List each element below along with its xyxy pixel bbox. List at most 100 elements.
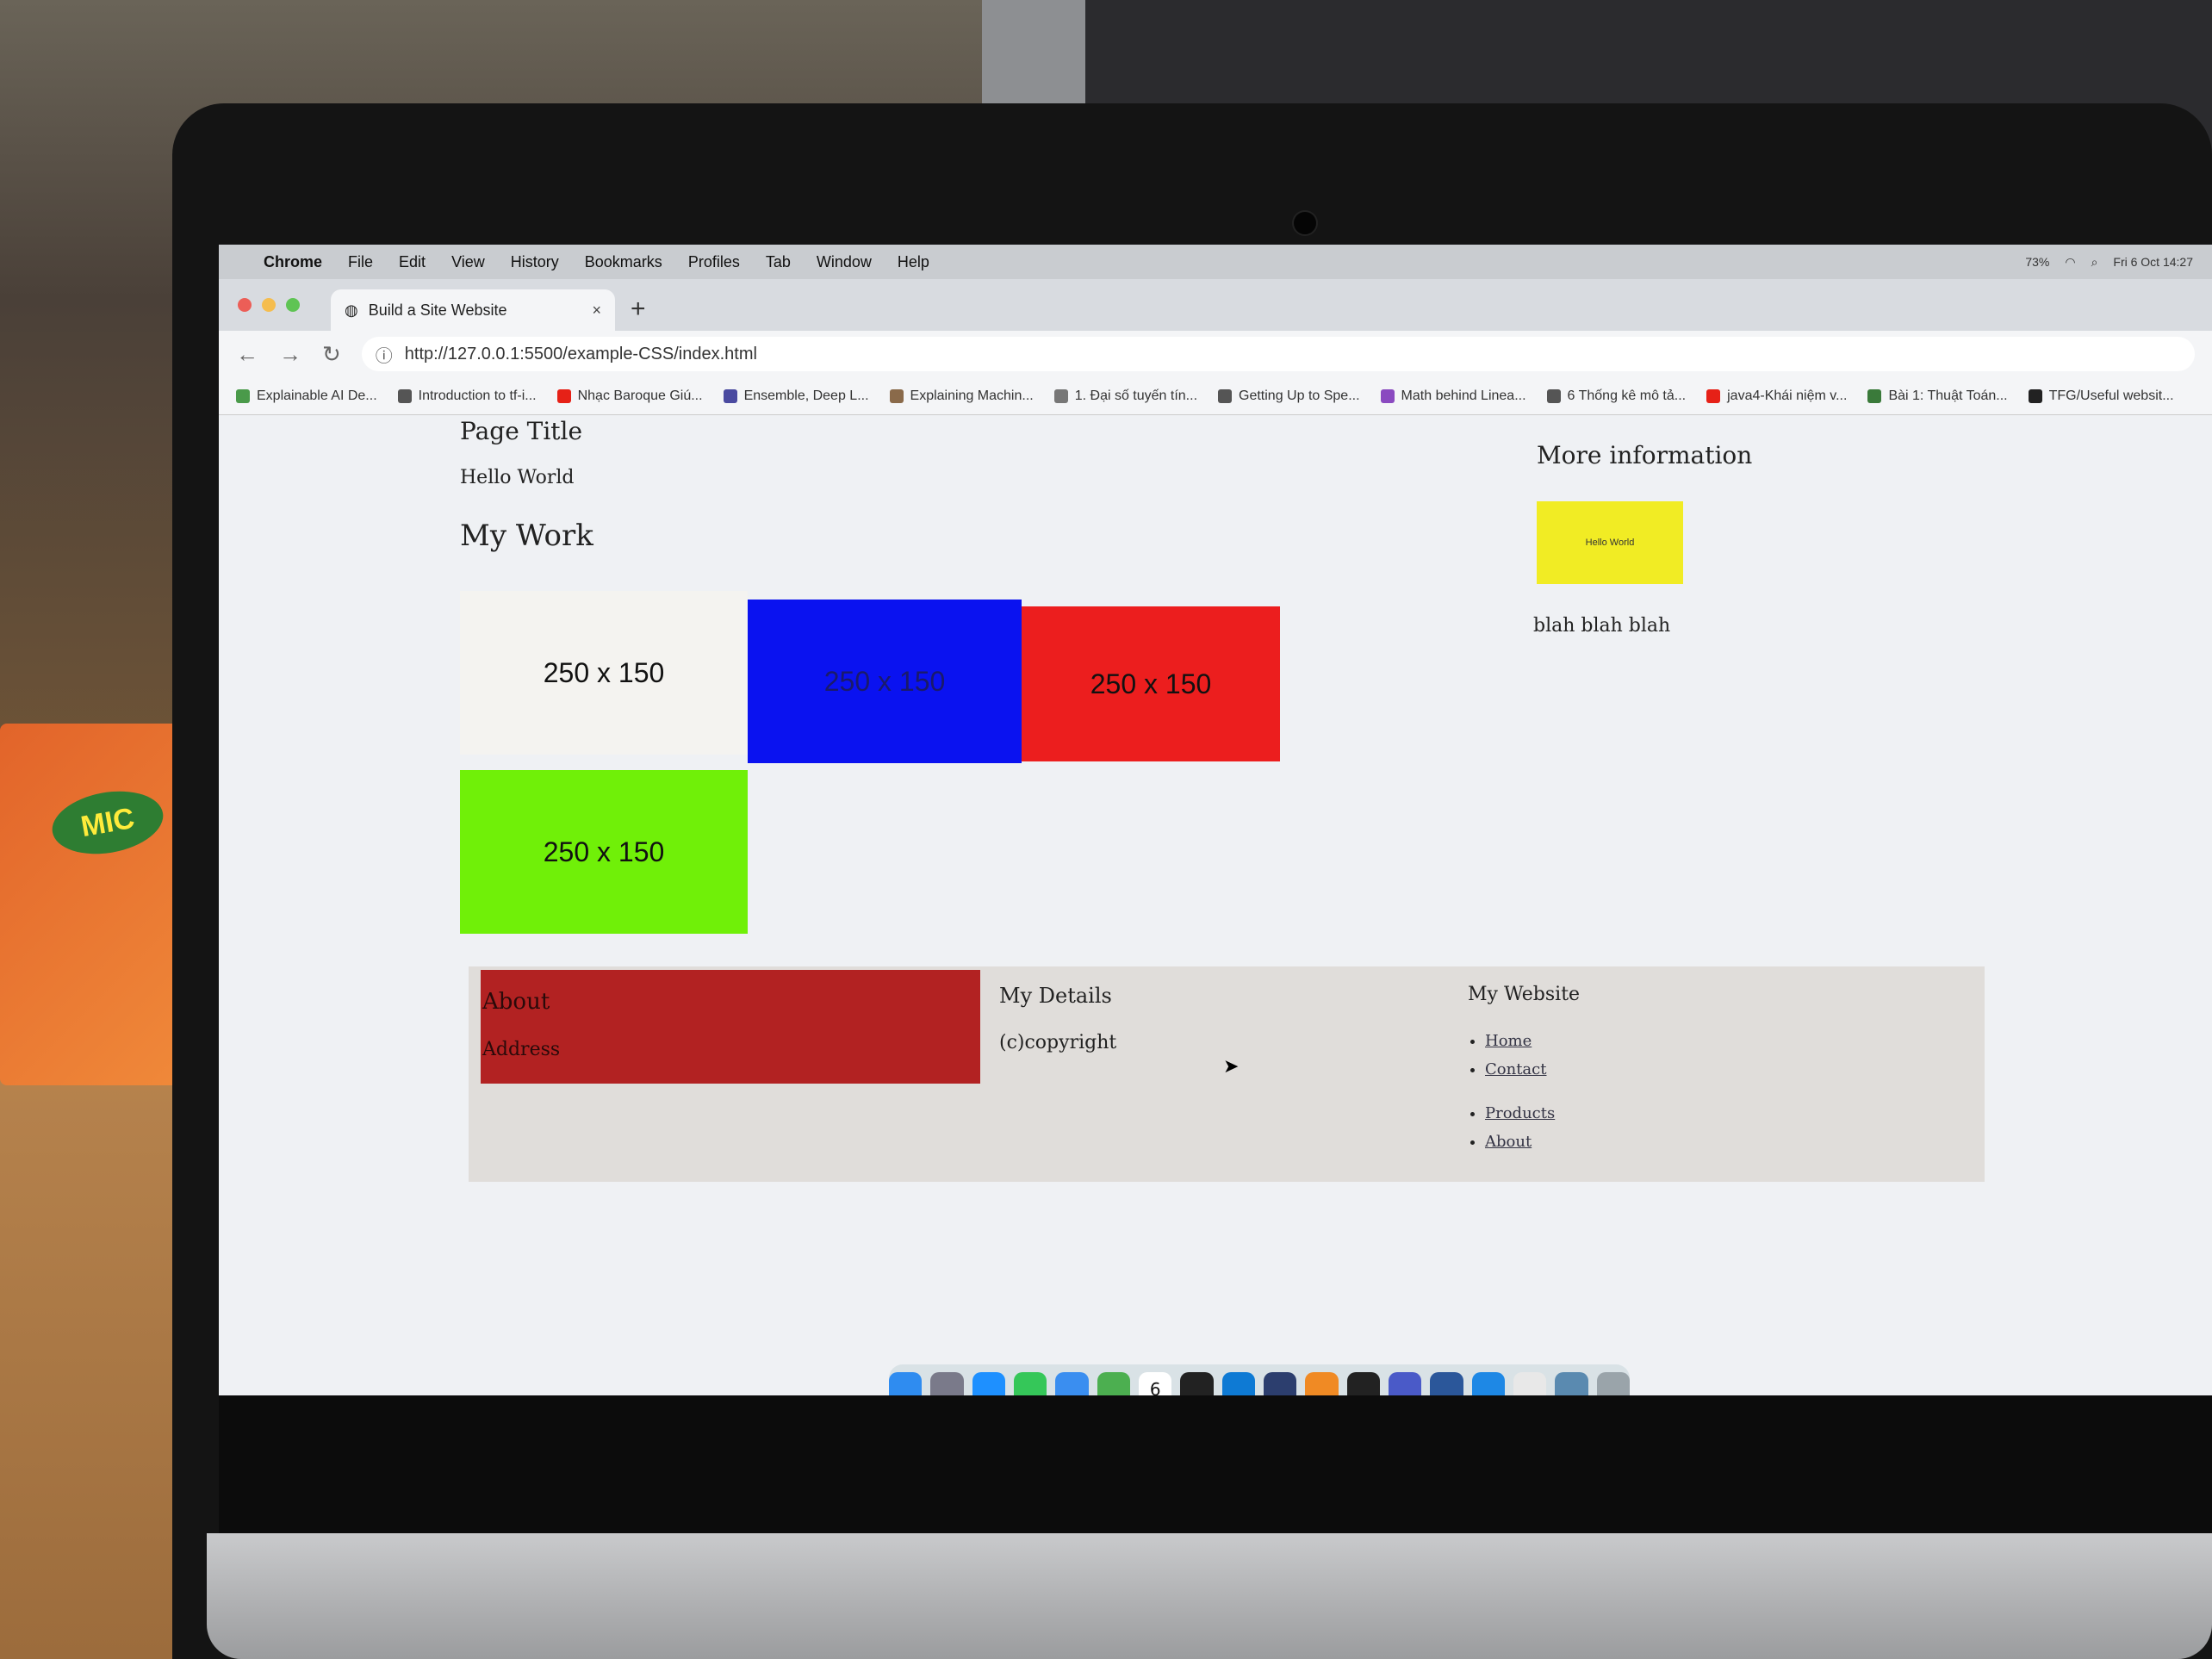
- clock[interactable]: Fri 6 Oct 14:27: [2113, 255, 2193, 270]
- bookmark-item[interactable]: Math behind Linea...: [1380, 388, 1526, 404]
- back-icon[interactable]: ←: [236, 341, 258, 368]
- placeholder-box-red: 250 x 150: [1022, 606, 1280, 761]
- bookmark-favicon-icon: [1218, 388, 1233, 403]
- link-products[interactable]: Products: [1485, 1104, 1555, 1122]
- copyright-text: (c)copyright: [999, 1032, 1117, 1053]
- link-contact[interactable]: Contact: [1485, 1060, 1546, 1078]
- menu-help[interactable]: Help: [898, 253, 929, 271]
- site-info-icon[interactable]: ⓘ: [376, 342, 393, 367]
- bookmark-item[interactable]: Nhạc Baroque Giú...: [556, 388, 703, 404]
- menu-view[interactable]: View: [451, 253, 485, 271]
- bookmark-label: Introduction to tf-i...: [418, 388, 537, 403]
- teams-icon[interactable]: [1388, 1372, 1422, 1395]
- close-window-button[interactable]: [238, 298, 252, 312]
- bookmark-favicon-icon: [1867, 388, 1882, 403]
- bookmark-item[interactable]: Ensemble, Deep L...: [723, 388, 869, 404]
- bookmark-item[interactable]: Bài 1: Thuật Toán...: [1867, 388, 2008, 404]
- bookmark-item[interactable]: Explaining Machin...: [889, 388, 1034, 404]
- macos-dock: 6: [889, 1364, 1630, 1395]
- forward-icon[interactable]: →: [279, 341, 301, 368]
- list-item: About: [1485, 1133, 1555, 1151]
- menu-file[interactable]: File: [348, 253, 373, 271]
- orange-box: [0, 724, 198, 1085]
- trash-icon[interactable]: [1596, 1372, 1630, 1395]
- bookmark-item[interactable]: 6 Thống kê mô tả...: [1546, 388, 1686, 404]
- browser-toolbar: ← → ↻ ⓘ http://127.0.0.1:5500/example-CS…: [219, 331, 2212, 377]
- bookmark-favicon-icon: [1546, 388, 1561, 403]
- bookmark-label: Getting Up to Spe...: [1239, 388, 1360, 403]
- bookmark-label: TFG/Useful websit...: [2048, 388, 2174, 403]
- lower-bezel: [219, 1395, 2212, 1533]
- menu-tab[interactable]: Tab: [766, 253, 791, 271]
- tab-title: Build a Site Website: [368, 301, 507, 319]
- yellow-hello-box: Hello World: [1537, 501, 1683, 584]
- maximize-window-button[interactable]: [286, 298, 300, 312]
- globe-icon: ◍: [345, 301, 358, 319]
- address-bar[interactable]: ⓘ http://127.0.0.1:5500/example-CSS/inde…: [361, 337, 2195, 371]
- word-icon[interactable]: [1430, 1372, 1463, 1395]
- menu-bookmarks[interactable]: Bookmarks: [585, 253, 662, 271]
- minimize-window-button[interactable]: [262, 298, 276, 312]
- chrome-icon[interactable]: [1513, 1372, 1547, 1395]
- bookmark-favicon-icon: [556, 388, 571, 403]
- blah-text: blah blah blah: [1533, 615, 1671, 637]
- bookmark-item[interactable]: Introduction to tf-i...: [397, 388, 537, 404]
- menu-window[interactable]: Window: [817, 253, 872, 271]
- github-icon[interactable]: [1346, 1372, 1380, 1395]
- launchpad-icon[interactable]: [930, 1372, 964, 1395]
- bookmark-item[interactable]: java4-Khái niệm v...: [1706, 388, 1847, 404]
- link-about[interactable]: About: [1485, 1133, 1532, 1151]
- url-text[interactable]: http://127.0.0.1:5500/example-CSS/index.…: [405, 345, 757, 364]
- mail-icon[interactable]: [1055, 1372, 1089, 1395]
- my-website-heading: My Website: [1468, 984, 1581, 1005]
- zalo-icon[interactable]: [1471, 1372, 1505, 1395]
- books-icon[interactable]: [1305, 1372, 1339, 1395]
- more-information-heading: More information: [1537, 441, 1753, 469]
- bookmark-favicon-icon: [236, 388, 250, 403]
- close-tab-icon[interactable]: ×: [592, 301, 601, 320]
- bookmarks-bar: Explainable AI De... Introduction to tf-i…: [219, 377, 2212, 415]
- tab-strip: ◍ Build a Site Website × +: [219, 279, 2212, 331]
- link-home[interactable]: Home: [1485, 1032, 1532, 1050]
- menu-edit[interactable]: Edit: [399, 253, 426, 271]
- bookmark-label: Explaining Machin...: [910, 388, 1034, 403]
- wifi-icon[interactable]: ◠: [2065, 255, 2075, 270]
- menu-history[interactable]: History: [511, 253, 559, 271]
- footer-address: Address: [482, 1039, 561, 1060]
- bookmark-favicon-icon: [1706, 388, 1721, 403]
- hello-world-text: Hello World: [460, 467, 575, 488]
- reload-icon[interactable]: ↻: [322, 341, 341, 368]
- menu-profiles[interactable]: Profiles: [688, 253, 740, 271]
- messages-icon[interactable]: [1014, 1372, 1047, 1395]
- page-title: Page Title: [460, 417, 583, 445]
- menu-app-name[interactable]: Chrome: [264, 253, 322, 271]
- tab-build-a-site[interactable]: ◍ Build a Site Website ×: [331, 289, 615, 331]
- bookmark-favicon-icon: [2028, 388, 2042, 403]
- bookmark-item[interactable]: Explainable AI De...: [236, 388, 377, 404]
- placeholder-box-white: 250 x 150: [460, 591, 748, 755]
- terminal-icon[interactable]: [1180, 1372, 1214, 1395]
- vscode-icon[interactable]: [1221, 1372, 1255, 1395]
- new-tab-icon[interactable]: +: [631, 295, 646, 324]
- my-details-heading: My Details: [999, 984, 1112, 1008]
- laptop-base: [207, 1533, 2212, 1659]
- laptop-screen: Chrome File Edit View History Bookmarks …: [219, 245, 2212, 1395]
- bookmark-label: 1. Đại số tuyến tín...: [1074, 388, 1198, 403]
- bookmark-favicon-icon: [397, 388, 412, 403]
- bookmark-favicon-icon: [889, 388, 904, 403]
- battery-percent[interactable]: 73%: [2025, 255, 2049, 270]
- footer-about-heading: About: [482, 989, 550, 1015]
- safari-icon[interactable]: [972, 1372, 1006, 1395]
- search-icon[interactable]: ⌕: [2091, 255, 2098, 270]
- oxford-dictionary-icon[interactable]: [1264, 1372, 1297, 1395]
- bookmark-item[interactable]: Getting Up to Spe...: [1218, 388, 1360, 404]
- list-item: Products: [1485, 1104, 1555, 1122]
- webpage: Page Title Hello World My Work 250 x 150…: [219, 415, 2212, 1395]
- finder-icon[interactable]: [889, 1372, 923, 1395]
- maps-icon[interactable]: [1097, 1372, 1131, 1395]
- preview-icon[interactable]: [1555, 1372, 1588, 1395]
- bookmark-item[interactable]: 1. Đại số tuyến tín...: [1053, 388, 1198, 404]
- bookmark-favicon-icon: [1380, 388, 1395, 403]
- bookmark-item[interactable]: TFG/Useful websit...: [2028, 388, 2174, 404]
- calendar-icon[interactable]: 6: [1139, 1372, 1172, 1395]
